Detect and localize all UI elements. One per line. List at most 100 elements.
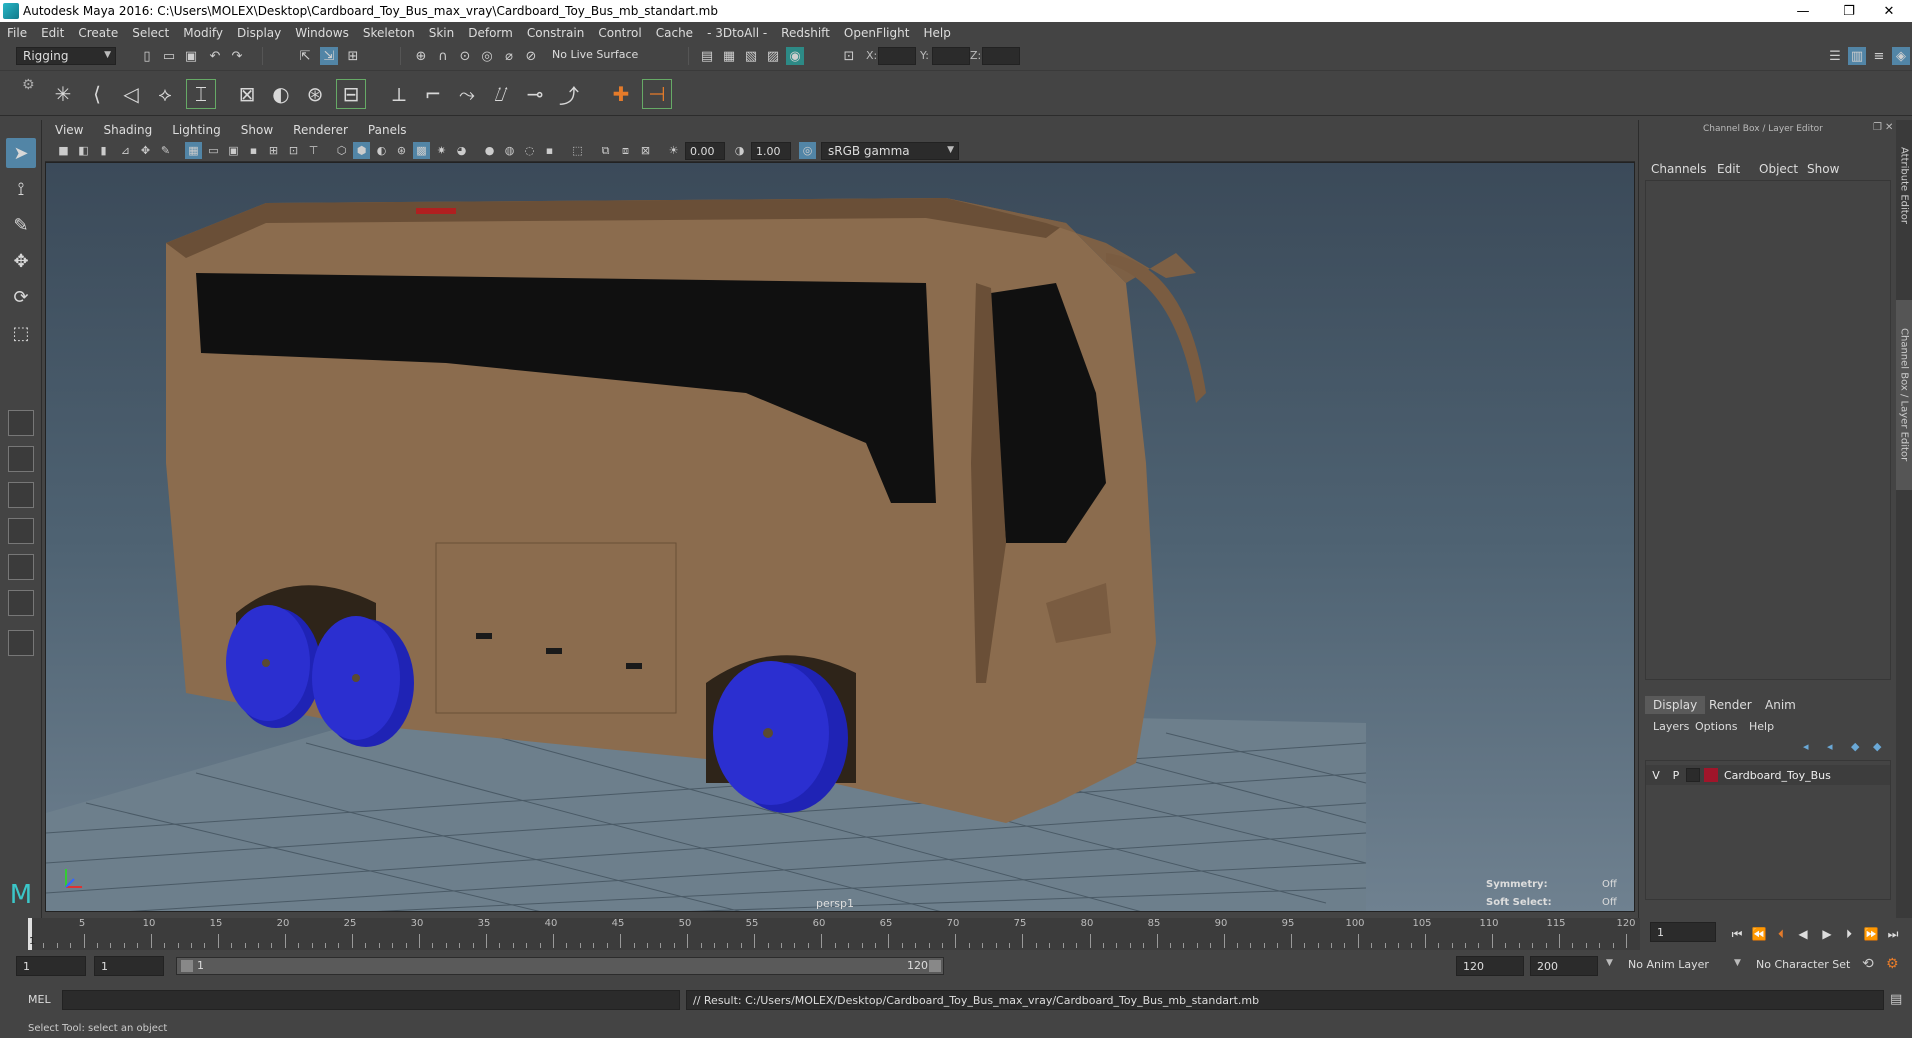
character-set-dropdown[interactable]: No Character Set: [1756, 958, 1850, 971]
color-management-icon[interactable]: ◎: [799, 142, 816, 159]
safe-action-icon[interactable]: ⊡: [285, 142, 302, 159]
xray-joints-icon[interactable]: ⊠: [637, 142, 654, 159]
camera-icon[interactable]: ■: [55, 142, 72, 159]
time-track[interactable]: 5 10 15 20 25 30 35 40 45 50 55 60 65 70…: [30, 918, 1640, 950]
shelf-gear-icon[interactable]: ⚙: [22, 77, 35, 93]
script-editor-icon[interactable]: ▤: [1890, 992, 1902, 1007]
save-scene-icon[interactable]: ▣: [182, 47, 200, 65]
grease-pencil-icon[interactable]: ✎: [157, 142, 174, 159]
anim-layer-dropdown[interactable]: No Anim Layer: [1628, 958, 1709, 971]
menu-cache[interactable]: Cache: [649, 26, 700, 40]
new-layer-selected-icon[interactable]: ◆: [1873, 740, 1881, 753]
mirror-weights-icon[interactable]: ⌰: [486, 79, 516, 109]
step-back-key-icon[interactable]: ⏪: [1750, 926, 1768, 942]
tab-display[interactable]: Display: [1645, 696, 1706, 714]
command-input[interactable]: [62, 990, 680, 1010]
lasso-tool-icon[interactable]: ⟟: [6, 174, 36, 204]
time-slider[interactable]: 5 10 15 20 25 30 35 40 45 50 55 60 65 70…: [0, 918, 1912, 950]
image-plane-icon[interactable]: ⊿: [117, 142, 134, 159]
menu-modify[interactable]: Modify: [176, 26, 230, 40]
menuset-dropdown[interactable]: Rigging ▼: [16, 47, 116, 65]
menu-skin[interactable]: Skin: [422, 26, 462, 40]
new-layer-icon[interactable]: ◆: [1851, 740, 1859, 753]
layer-help-menu[interactable]: Help: [1749, 720, 1774, 733]
range-bar[interactable]: 1 120: [176, 957, 944, 975]
script-mode-label[interactable]: MEL: [28, 993, 51, 1006]
animation-end-input[interactable]: 200: [1530, 956, 1598, 976]
perspective-viewport[interactable]: persp1 Symmetry: Off Soft Select: Off: [45, 162, 1635, 912]
x-input[interactable]: [878, 47, 916, 65]
use-all-lights-icon[interactable]: ✷: [433, 142, 450, 159]
menu-control[interactable]: Control: [591, 26, 648, 40]
paint-select-icon[interactable]: ✎: [6, 210, 36, 240]
persp-outliner-layout-icon[interactable]: [8, 518, 34, 544]
wireframe-icon[interactable]: ⬡: [333, 142, 350, 159]
layer-visibility-toggle[interactable]: V: [1646, 769, 1666, 782]
float-panel-icon[interactable]: ❐: [1873, 122, 1882, 133]
tab-anim[interactable]: Anim: [1765, 698, 1796, 712]
snap-surface-icon[interactable]: ⌀: [500, 47, 518, 65]
scale-tool-icon[interactable]: ⬚: [6, 318, 36, 348]
snap-point-icon[interactable]: ⊙: [456, 47, 474, 65]
menu-constrain[interactable]: Constrain: [520, 26, 592, 40]
xray-active-icon[interactable]: ⧈: [617, 142, 634, 159]
lattice-icon[interactable]: ◐: [266, 79, 296, 109]
play-forwards-icon[interactable]: ▶: [1818, 926, 1836, 942]
auto-key-icon[interactable]: ⟲: [1862, 956, 1874, 972]
point-constraint-icon[interactable]: ⊸: [520, 79, 550, 109]
exposure-icon[interactable]: ☀: [665, 142, 682, 159]
playback-start-input[interactable]: 1: [94, 956, 164, 976]
chevron-down-icon[interactable]: ▼: [1734, 958, 1741, 968]
animation-prefs-icon[interactable]: ⚙: [1886, 956, 1899, 972]
motion-blur-icon[interactable]: ◍: [501, 142, 518, 159]
object-menu[interactable]: Object: [1759, 162, 1798, 176]
snap-curve-icon[interactable]: ∩: [434, 47, 452, 65]
depth-of-field-icon[interactable]: ▪: [541, 142, 558, 159]
step-back-frame-icon[interactable]: ⏴: [1772, 926, 1790, 942]
menu-openflight[interactable]: OpenFlight: [837, 26, 917, 40]
panel-menu-panels[interactable]: Panels: [358, 123, 417, 137]
gamma-input[interactable]: 1.00: [751, 142, 791, 160]
select-object-icon[interactable]: ⇲: [320, 47, 338, 65]
chevron-down-icon[interactable]: ▼: [1606, 958, 1613, 968]
insert-joint-icon[interactable]: ⟨: [82, 79, 112, 109]
range-start-handle[interactable]: [181, 960, 193, 972]
ipr-render-icon[interactable]: ▧: [742, 47, 760, 65]
select-hierarchy-icon[interactable]: ⇱: [296, 47, 314, 65]
new-scene-icon[interactable]: ▯: [138, 47, 156, 65]
four-view-layout-icon[interactable]: [8, 446, 34, 472]
render-current-icon[interactable]: ▦: [720, 47, 738, 65]
playback-end-input[interactable]: 120: [1456, 956, 1524, 976]
isolate-select-icon[interactable]: ⬚: [569, 142, 586, 159]
textured-icon[interactable]: ▩: [413, 142, 430, 159]
menu-edit[interactable]: Edit: [34, 26, 71, 40]
wrap-icon[interactable]: ⊛: [300, 79, 330, 109]
wireframe-on-shaded-icon[interactable]: ⊛: [393, 142, 410, 159]
render-view-icon[interactable]: ▤: [698, 47, 716, 65]
go-to-end-icon[interactable]: ⏭: [1884, 926, 1902, 942]
snap-grid-icon[interactable]: ⊕: [412, 47, 430, 65]
y-input[interactable]: [932, 47, 970, 65]
move-layer-up-icon[interactable]: ◂: [1803, 740, 1809, 753]
paint-weights-icon[interactable]: ⌐: [418, 79, 448, 109]
create-joints-icon[interactable]: ✳: [48, 79, 78, 109]
current-frame-input[interactable]: 1: [1650, 922, 1716, 942]
close-panel-icon[interactable]: ✕: [1885, 122, 1893, 133]
ik-spline-icon[interactable]: ⟡: [150, 79, 180, 109]
channel-box-tab[interactable]: Channel Box / Layer Editor: [1896, 300, 1912, 490]
anti-aliasing-icon[interactable]: ◌: [521, 142, 538, 159]
menu-3dtoall[interactable]: - 3DtoAll -: [700, 26, 774, 40]
attribute-editor-tab[interactable]: Attribute Editor: [1896, 130, 1912, 240]
custom-layout-icon[interactable]: [8, 630, 34, 656]
panel-menu-renderer[interactable]: Renderer: [283, 123, 358, 137]
layer-playback-toggle[interactable]: P: [1666, 769, 1686, 782]
attribute-editor-toggle-icon[interactable]: ◈: [1892, 47, 1910, 65]
edit-menu[interactable]: Edit: [1717, 162, 1740, 176]
menu-file[interactable]: File: [0, 26, 34, 40]
select-tool-icon[interactable]: ➤: [6, 138, 36, 168]
menu-select[interactable]: Select: [125, 26, 176, 40]
layer-name[interactable]: Cardboard_Toy_Bus: [1724, 769, 1831, 782]
default-material-icon[interactable]: ◐: [373, 142, 390, 159]
cluster-icon[interactable]: ⊠: [232, 79, 262, 109]
menu-redshift[interactable]: Redshift: [774, 26, 837, 40]
